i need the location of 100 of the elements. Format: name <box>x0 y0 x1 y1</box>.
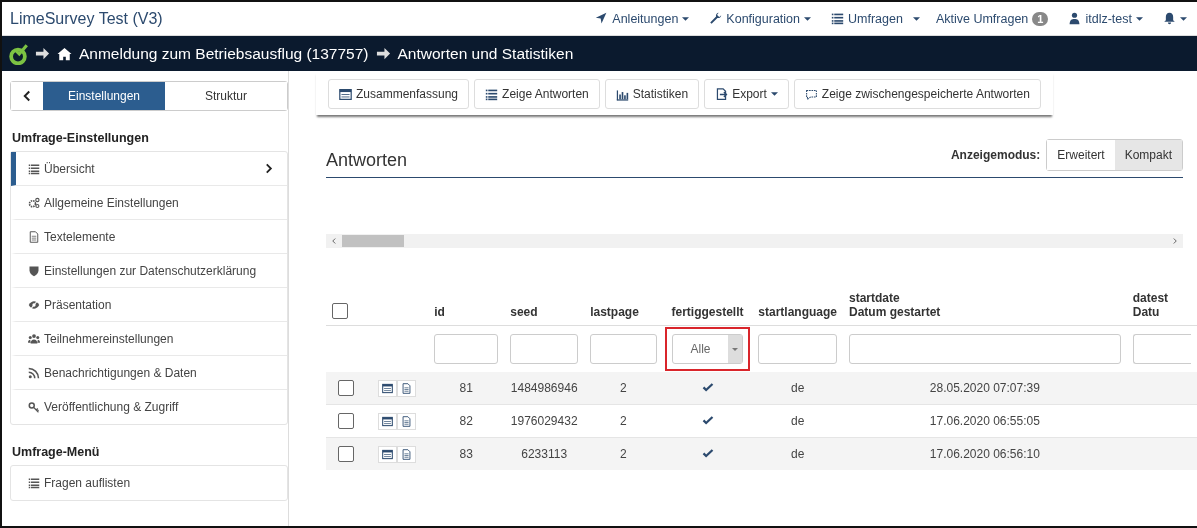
user-icon <box>1068 12 1082 25</box>
toolbar-button[interactable]: Export <box>704 79 789 109</box>
column-header[interactable]: startdate Datum gestartet <box>849 291 941 319</box>
list-icon <box>28 162 40 175</box>
filter-input[interactable] <box>434 334 499 364</box>
column-header[interactable]: seed <box>510 305 538 319</box>
list-icon <box>485 87 499 101</box>
table-icon <box>381 448 393 460</box>
toolbar-button[interactable]: Statistiken <box>604 79 700 109</box>
sidebar-item[interactable]: Veröffentlichung & Zugriff <box>11 390 287 424</box>
column-header[interactable]: id <box>434 305 445 319</box>
comment-icon <box>804 87 818 101</box>
nav-menu-link[interactable]: itdlz-test <box>1058 11 1153 26</box>
app-title[interactable]: LimeSurvey Test (V3) <box>10 9 163 28</box>
count-badge: 1 <box>1032 11 1049 26</box>
table-cell: 28.05.2020 07:07:39 <box>929 381 1040 395</box>
section-heading: Umfrage-Menü <box>11 444 101 461</box>
table-cell: 2 <box>620 381 627 395</box>
nav-menu-link[interactable]: Umfragen <box>821 11 913 26</box>
sidebar-item[interactable]: Allgemeine Einstellungen <box>11 186 287 220</box>
table-cell: 17.06.2020 06:56:10 <box>929 447 1040 461</box>
table-cell: 82 <box>459 414 473 428</box>
toolbar-button[interactable]: Zeige Antworten <box>474 79 600 109</box>
breadcrumb-link[interactable]: Anmeldung zum Betriebsausflug (137757) <box>79 44 369 63</box>
table-cell: 81 <box>459 381 473 395</box>
list-icon <box>28 477 40 489</box>
filter-input[interactable] <box>590 334 657 364</box>
arrow-icon <box>35 46 50 61</box>
row-checkbox[interactable] <box>337 446 354 462</box>
mode-toggle-button[interactable]: Kompakt <box>1114 140 1182 170</box>
view-button[interactable] <box>377 445 397 463</box>
chevron-down-icon <box>732 347 739 351</box>
edit-button[interactable] <box>396 445 416 463</box>
table-icon <box>339 87 352 101</box>
column-header[interactable]: startlanguage <box>758 305 837 319</box>
filter-input[interactable] <box>849 334 1121 364</box>
users-icon <box>28 332 40 345</box>
sidebar-item[interactable]: Einstellungen zur Datenschutzerklärung <box>11 254 287 288</box>
key-icon <box>28 401 40 413</box>
list-icon <box>831 12 845 25</box>
table-cell: 17.06.2020 06:55:05 <box>929 414 1040 428</box>
export-icon <box>715 87 729 101</box>
edit-button[interactable] <box>396 379 416 397</box>
column-header[interactable]: lastpage <box>590 305 639 319</box>
nav-menu-link[interactable]: Anleitungen <box>585 11 700 26</box>
wrench-icon <box>709 12 723 25</box>
document-icon <box>28 230 40 243</box>
toolbar-button[interactable]: Zusammenfassung <box>328 79 470 109</box>
nav-menu-link[interactable]: Konfiguration <box>699 11 822 26</box>
table-cell: 6233113 <box>521 447 568 461</box>
arrow-icon <box>375 46 391 61</box>
table-cell: de <box>790 381 805 395</box>
table-cell: de <box>790 447 805 461</box>
filter-input[interactable] <box>510 334 579 364</box>
filter-input[interactable] <box>758 334 837 364</box>
section-heading: Umfrage-Einstellungen <box>11 130 150 147</box>
scrollbar-thumb[interactable] <box>342 235 404 247</box>
table-cell: 1976029432 <box>510 414 578 428</box>
column-header[interactable]: datest Datu <box>1132 291 1169 319</box>
mode-label: Anzeigemodus: <box>950 148 1041 162</box>
table-cell: 2 <box>620 447 627 461</box>
view-button[interactable] <box>377 379 397 397</box>
caret-icon <box>912 16 920 21</box>
scroll-left-icon <box>330 236 338 246</box>
toolbar-button[interactable]: Zeige zwischengespeicherte Antworten <box>793 79 1041 109</box>
rss-icon <box>28 366 40 379</box>
document-icon <box>400 382 412 394</box>
row-checkbox[interactable] <box>337 380 354 396</box>
scroll-right-icon <box>1171 236 1179 246</box>
bell-icon <box>1163 12 1176 25</box>
shield-icon <box>28 264 40 277</box>
nav-menu-link[interactable]: Aktive Umfragen 1 <box>925 11 1059 26</box>
breadcrumb-link[interactable]: Antworten und Statistiken <box>397 44 574 63</box>
logo-icon <box>8 42 28 65</box>
sidebar-item[interactable]: Teilnehmereinstellungen <box>11 322 287 356</box>
home-icon <box>57 46 72 61</box>
table-icon <box>381 415 393 427</box>
edit-button[interactable] <box>396 412 416 430</box>
table-icon <box>381 382 393 394</box>
column-header[interactable]: fertiggestellt <box>671 305 744 319</box>
table-cell: 1484986946 <box>510 381 578 395</box>
chevron-left-icon <box>21 90 33 102</box>
sidebar-item[interactable]: Fragen auflisten <box>11 466 287 500</box>
horizontal-scrollbar[interactable] <box>326 234 1183 248</box>
row-checkbox[interactable] <box>337 413 354 429</box>
view-button[interactable] <box>377 412 397 430</box>
chevron-right-icon <box>264 163 275 174</box>
filter-input[interactable] <box>1132 334 1191 364</box>
table-cell: 83 <box>459 447 473 461</box>
sidebar-item[interactable]: Präsentation <box>11 288 287 322</box>
filter-dropdown[interactable]: Alle <box>671 334 744 364</box>
select-all-checkbox[interactable] <box>332 303 348 319</box>
sidebar-item[interactable]: Textelemente <box>11 220 287 254</box>
document-icon <box>400 448 412 460</box>
document-icon <box>400 415 412 427</box>
panel-title: Antworten <box>326 150 408 171</box>
sidebar-item[interactable]: Benachrichtigungen & Daten <box>11 356 287 390</box>
bar-chart-icon <box>615 87 629 101</box>
sidebar-item[interactable]: Übersicht <box>11 152 287 186</box>
sidebar-tab[interactable]: Einstellungen <box>43 82 165 110</box>
